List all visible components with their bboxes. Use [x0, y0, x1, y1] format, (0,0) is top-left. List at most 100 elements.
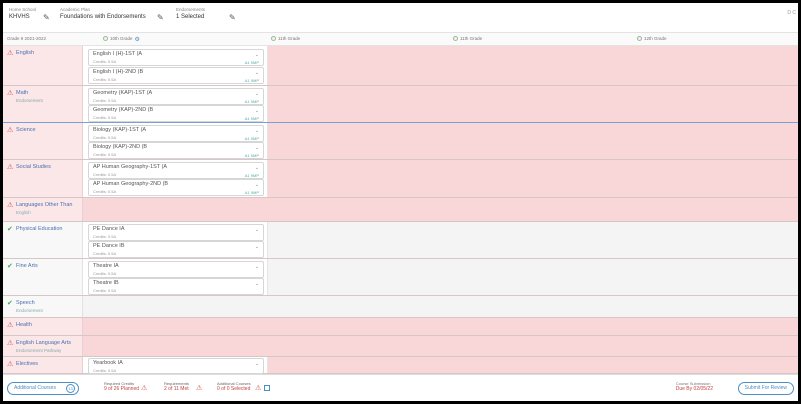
course-card[interactable]: Geometry (KAP)-1ST (A Credits: 0.5A ⌄ A1…	[88, 88, 264, 105]
subject-cell[interactable]: ⚠ Languages Other Than English	[3, 198, 83, 221]
check-circle-icon: ✔	[7, 263, 13, 270]
subject-row-electives: ⚠ Electives Yearbook IA Credits: 0.5A ⌄	[3, 357, 798, 374]
warning-triangle-icon: ⚠	[7, 202, 14, 209]
chevron-down-icon[interactable]: ⌄	[255, 361, 259, 367]
subject-cell[interactable]: ⚠ Social Studies	[3, 160, 83, 197]
additional-courses-button[interactable]: Additional Courses 13	[7, 382, 79, 395]
subject-name: Social Studies	[16, 164, 51, 170]
chevron-down-icon[interactable]: ⌄	[255, 52, 259, 58]
chevron-down-icon[interactable]: ⌄	[255, 227, 259, 233]
course-card[interactable]: English I (H)-1ST (A Credits: 0.5A ⌄ A1 …	[88, 49, 264, 66]
subject-subtitle: Endorsement	[16, 98, 43, 103]
chevron-down-icon[interactable]: ⌄	[255, 145, 259, 151]
settings-gear-icon[interactable]: ⚙	[135, 36, 140, 43]
chevron-down-icon[interactable]: ⌄	[255, 70, 259, 76]
chevron-down-icon[interactable]: ⌄	[255, 108, 259, 114]
course-credits: Credits: 0.5A	[93, 98, 117, 103]
course-card[interactable]: AP Human Geography-1ST (A Credits: 0.5A …	[88, 162, 264, 179]
credits-value: 9 of 26 Planned	[104, 386, 140, 392]
submit-for-review-button[interactable]: Submit For Review	[737, 382, 794, 395]
grade-column-headers: Grade 9 2021-2022 10th Grade ⚙ 11th Grade…	[3, 33, 798, 46]
course-card[interactable]: Biology (KAP)-1ST (A Credits: 0.5A ⌄ A1 …	[88, 125, 264, 142]
chevron-down-icon[interactable]: ⌄	[255, 165, 259, 171]
subject-name: Electives	[16, 361, 39, 367]
subject-cell[interactable]: ⚠ English	[3, 46, 83, 85]
warning-triangle-icon: ⚠	[7, 340, 14, 347]
checkbox-icon[interactable]	[264, 385, 270, 391]
course-tag: A1 9MP	[244, 153, 259, 158]
chevron-down-icon[interactable]: ⌄	[255, 264, 259, 270]
edit-endorsements-pencil-icon[interactable]: ✎	[229, 14, 237, 22]
edit-school-pencil-icon[interactable]: ✎	[43, 14, 51, 22]
course-card[interactable]: PE Dance IB Credits: 0.5A ⌄	[88, 241, 264, 258]
subject-cell[interactable]: ✔ Physical Education	[3, 222, 83, 258]
additional-warning-icon: ⚠	[255, 385, 262, 392]
subject-cell[interactable]: ⚠ Health	[3, 318, 83, 335]
warning-triangle-icon: ⚠	[7, 50, 14, 57]
col-grade-13[interactable]: 12th Grade	[637, 36, 667, 41]
course-credits: Credits: 0.5A	[93, 115, 117, 120]
grade-9-courses: English I (H)-1ST (A Credits: 0.5A ⌄ A1 …	[83, 46, 268, 85]
requirements-summary: Requirements 2 of 11 Met	[164, 381, 189, 393]
subject-cell[interactable]: ✔ Speech Endorsement	[3, 296, 83, 317]
grade-9-courses: AP Human Geography-1ST (A Credits: 0.5A …	[83, 160, 268, 197]
chevron-down-icon[interactable]: ⌄	[255, 128, 259, 134]
subject-row-social-studies: ⚠ Social Studies AP Human Geography-1ST …	[3, 160, 798, 198]
subject-row-languages: ⚠ Languages Other Than English	[3, 198, 798, 222]
course-card[interactable]: AP Human Geography-2ND (B Credits: 0.5A …	[88, 179, 264, 196]
warning-triangle-icon: ⚠	[7, 164, 14, 171]
credits-warning-icon: ⚠	[141, 385, 148, 392]
subject-row-english: ⚠ English English I (H)-1ST (A Credits: …	[3, 46, 798, 86]
course-card[interactable]: Geometry (KAP)-2ND (B Credits: 0.5A ⌄ A1…	[88, 105, 264, 122]
chevron-down-icon[interactable]: ⌄	[255, 281, 259, 287]
requirements-warning-icon: ⚠	[196, 385, 203, 392]
course-credits: Credits: 0.5A	[93, 251, 117, 256]
subject-cell[interactable]: ⚠ Math Endorsement	[3, 86, 83, 122]
course-name: Biology (KAP)-2ND (B	[93, 144, 148, 150]
subject-name: Science	[16, 127, 36, 133]
additional-courses-label: Additional Courses	[14, 385, 56, 391]
submission-status: Course Submission Due By 02/05/22	[676, 381, 713, 393]
grade-9-courses: PE Dance IA Credits: 0.5A ⌄ PE Dance IB …	[83, 222, 268, 258]
col-grade-12-label: 11th Grade	[460, 36, 483, 41]
subject-cell[interactable]: ⚠ Science	[3, 123, 83, 159]
course-card[interactable]: PE Dance IA Credits: 0.5A ⌄	[88, 224, 264, 241]
course-credits: Credits: 0.5A	[93, 172, 117, 177]
chevron-down-icon[interactable]: ⌄	[255, 182, 259, 188]
course-card[interactable]: Biology (KAP)-2ND (B Credits: 0.5A ⌄ A1 …	[88, 142, 264, 159]
course-name: PE Dance IA	[93, 226, 125, 232]
chevron-down-icon[interactable]: ⌄	[255, 244, 259, 250]
school-group: Home School KHVHS	[9, 7, 36, 22]
subject-cell[interactable]: ✔ Fine Arts	[3, 259, 83, 295]
subject-subtitle: English	[16, 210, 31, 215]
course-card[interactable]: Yearbook IA Credits: 0.5A ⌄	[88, 358, 264, 374]
chevron-down-icon[interactable]: ⌄	[255, 91, 259, 97]
course-credits: Credits: 0.5A	[93, 135, 117, 140]
subject-cell[interactable]: ⚠ Electives	[3, 357, 83, 373]
edit-pathway-pencil-icon[interactable]: ✎	[157, 14, 165, 22]
course-card[interactable]: Theatre IB Credits: 0.5A ⌄	[88, 278, 264, 295]
course-name: English I (H)-1ST (A	[93, 51, 143, 57]
subject-name: Languages Other Than	[16, 202, 73, 208]
course-card[interactable]: Theatre IA Credits: 0.5A ⌄	[88, 261, 264, 278]
warning-triangle-icon: ⚠	[7, 322, 14, 329]
col-grade-10[interactable]: 10th Grade ⚙	[103, 36, 140, 43]
col-grade-12[interactable]: 11th Grade	[453, 36, 482, 41]
course-credits: Credits: 0.5A	[93, 59, 117, 64]
subject-row-fine-arts: ✔ Fine Arts Theatre IA Credits: 0.5A ⌄ T…	[3, 259, 798, 296]
subject-row-science: ⚠ Science Biology (KAP)-1ST (A Credits: …	[3, 123, 798, 160]
check-circle-icon: ✔	[7, 300, 13, 307]
course-credits: Credits: 0.5A	[93, 288, 117, 293]
subject-cell[interactable]: ⚠ English Language Arts Endorsement Path…	[3, 336, 83, 356]
col-grade-11[interactable]: 11th Grade	[271, 36, 300, 41]
course-tag: A1 9MP	[244, 116, 259, 121]
col-grade-9: Grade 9 2021-2022	[7, 36, 47, 41]
course-card[interactable]: English I (H)-2ND (B Credits: 0.5A ⌄ A1 …	[88, 67, 264, 84]
subject-subtitle: Endorsement Pathway	[16, 348, 62, 353]
pathway-group: Academic Plan Foundations with Endorseme…	[60, 7, 146, 22]
plan-header: Home School KHVHS ✎ Academic Plan Founda…	[3, 3, 798, 33]
col-grade-11-label: 11th Grade	[278, 36, 301, 41]
course-name: PE Dance IB	[93, 243, 125, 249]
status-dot-icon	[637, 36, 642, 41]
course-tag: A1 9MP	[244, 99, 259, 104]
